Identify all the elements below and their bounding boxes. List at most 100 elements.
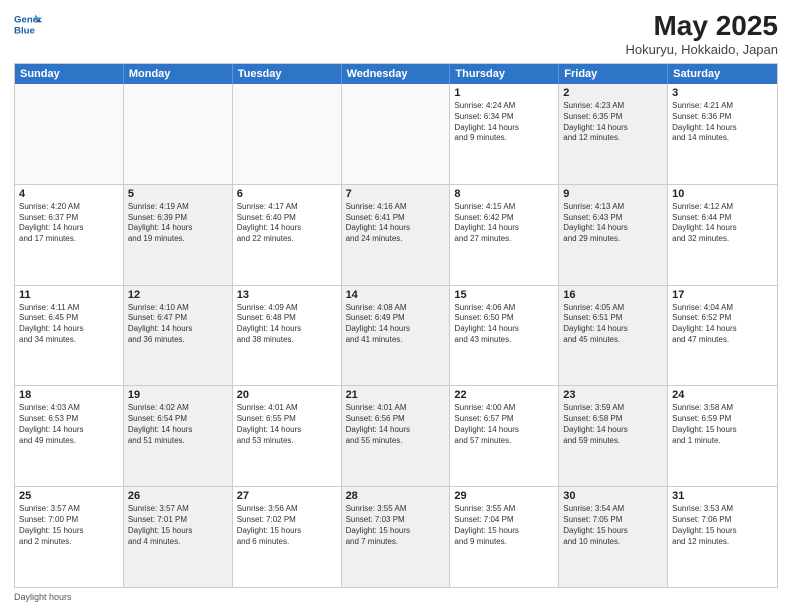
- cal-cell: 29Sunrise: 3:55 AM Sunset: 7:04 PM Dayli…: [450, 487, 559, 587]
- cal-header-wednesday: Wednesday: [342, 64, 451, 84]
- cell-info: Sunrise: 4:04 AM Sunset: 6:52 PM Dayligh…: [672, 303, 773, 346]
- cal-cell: 8 Sunrise: 4:15 AM Sunset: 6:42 PM Daylig…: [450, 185, 559, 285]
- day-number: 2: [563, 87, 663, 99]
- cal-header-saturday: Saturday: [668, 64, 777, 84]
- cal-header-tuesday: Tuesday: [233, 64, 342, 84]
- title-block: May 2025 Hokuryu, Hokkaido, Japan: [626, 10, 778, 57]
- cal-cell: 15 Sunrise: 4:06 AM Sunset: 6:50 PM Dayli…: [450, 286, 559, 386]
- day-number: 18: [19, 389, 119, 401]
- subtitle: Hokuryu, Hokkaido, Japan: [626, 42, 778, 57]
- day-number: 4: [19, 188, 119, 200]
- day-number: 10: [672, 188, 773, 200]
- cell-info: Sunrise: 4:11 AM Sunset: 6:45 PM Dayligh…: [19, 303, 119, 346]
- day-number: 20: [237, 389, 337, 401]
- cell-info: Sunrise: 3:58 AM Sunset: 6:59 PM Dayligh…: [672, 403, 773, 446]
- day-number: 16: [563, 289, 663, 301]
- cal-cell: 7Sunrise: 4:16 AM Sunset: 6:41 PM Daylig…: [342, 185, 451, 285]
- cell-info: Sunrise: 4:10 AM Sunset: 6:47 PM Dayligh…: [128, 303, 228, 346]
- day-number: 19: [128, 389, 228, 401]
- page: General Blue May 2025 Hokuryu, Hokkaido,…: [0, 0, 792, 612]
- cal-cell: 13Sunrise: 4:09 AM Sunset: 6:48 PM Dayli…: [233, 286, 342, 386]
- day-number: 13: [237, 289, 337, 301]
- cal-cell: 17 Sunrise: 4:04 AM Sunset: 6:52 PM Dayli…: [668, 286, 777, 386]
- cal-cell: 18 Sunrise: 4:03 AM Sunset: 6:53 PM Dayli…: [15, 386, 124, 486]
- cell-info: Sunrise: 4:17 AM Sunset: 6:40 PM Dayligh…: [237, 202, 337, 245]
- cal-cell: 6 Sunrise: 4:17 AM Sunset: 6:40 PM Daylig…: [233, 185, 342, 285]
- day-number: 8: [454, 188, 554, 200]
- cell-info: Sunrise: 4:24 AM Sunset: 6:34 PM Dayligh…: [454, 101, 554, 144]
- cal-cell: [124, 84, 233, 184]
- cal-header-thursday: Thursday: [450, 64, 559, 84]
- cell-info: Sunrise: 4:00 AM Sunset: 6:57 PM Dayligh…: [454, 403, 554, 446]
- cal-cell: [342, 84, 451, 184]
- cal-cell: 3 Sunrise: 4:21 AM Sunset: 6:36 PM Daylig…: [668, 84, 777, 184]
- cell-info: Sunrise: 4:08 AM Sunset: 6:49 PM Dayligh…: [346, 303, 446, 346]
- day-number: 25: [19, 490, 119, 502]
- cell-info: Sunrise: 4:21 AM Sunset: 6:36 PM Dayligh…: [672, 101, 773, 144]
- cal-cell: 26 Sunrise: 3:57 AM Sunset: 7:01 PM Dayli…: [124, 487, 233, 587]
- cal-cell: 19 Sunrise: 4:02 AM Sunset: 6:54 PM Dayli…: [124, 386, 233, 486]
- day-number: 11: [19, 289, 119, 301]
- cal-cell: 12Sunrise: 4:10 AM Sunset: 6:47 PM Dayli…: [124, 286, 233, 386]
- day-number: 3: [672, 87, 773, 99]
- cal-cell: 4 Sunrise: 4:20 AM Sunset: 6:37 PM Daylig…: [15, 185, 124, 285]
- cal-week-1: 1 Sunrise: 4:24 AM Sunset: 6:34 PM Daylig…: [15, 84, 777, 185]
- cal-cell: 31Sunrise: 3:53 AM Sunset: 7:06 PM Dayli…: [668, 487, 777, 587]
- cal-cell: 22 Sunrise: 4:00 AM Sunset: 6:57 PM Dayli…: [450, 386, 559, 486]
- cal-cell: 5Sunrise: 4:19 AM Sunset: 6:39 PM Daylig…: [124, 185, 233, 285]
- cal-cell: 14Sunrise: 4:08 AM Sunset: 6:49 PM Dayli…: [342, 286, 451, 386]
- cal-cell: [233, 84, 342, 184]
- cell-info: Sunrise: 4:01 AM Sunset: 6:55 PM Dayligh…: [237, 403, 337, 446]
- cal-week-3: 11 Sunrise: 4:11 AM Sunset: 6:45 PM Dayli…: [15, 286, 777, 387]
- cell-info: Sunrise: 3:54 AM Sunset: 7:05 PM Dayligh…: [563, 504, 663, 547]
- svg-text:Blue: Blue: [14, 26, 35, 37]
- cell-info: Sunrise: 4:23 AM Sunset: 6:35 PM Dayligh…: [563, 101, 663, 144]
- day-number: 30: [563, 490, 663, 502]
- day-number: 26: [128, 490, 228, 502]
- day-number: 6: [237, 188, 337, 200]
- cal-cell: [15, 84, 124, 184]
- cell-info: Sunrise: 4:05 AM Sunset: 6:51 PM Dayligh…: [563, 303, 663, 346]
- calendar-header: SundayMondayTuesdayWednesdayThursdayFrid…: [15, 64, 777, 84]
- cell-info: Sunrise: 4:20 AM Sunset: 6:37 PM Dayligh…: [19, 202, 119, 245]
- cal-cell: 16 Sunrise: 4:05 AM Sunset: 6:51 PM Dayli…: [559, 286, 668, 386]
- day-number: 24: [672, 389, 773, 401]
- logo-icon: General Blue: [14, 10, 42, 38]
- day-number: 17: [672, 289, 773, 301]
- cal-cell: 25Sunrise: 3:57 AM Sunset: 7:00 PM Dayli…: [15, 487, 124, 587]
- day-number: 21: [346, 389, 446, 401]
- cell-info: Sunrise: 4:02 AM Sunset: 6:54 PM Dayligh…: [128, 403, 228, 446]
- calendar-body: 1 Sunrise: 4:24 AM Sunset: 6:34 PM Daylig…: [15, 84, 777, 587]
- cal-cell: 24 Sunrise: 3:58 AM Sunset: 6:59 PM Dayli…: [668, 386, 777, 486]
- cell-info: Sunrise: 3:55 AM Sunset: 7:03 PM Dayligh…: [346, 504, 446, 547]
- cal-header-sunday: Sunday: [15, 64, 124, 84]
- cal-cell: 1 Sunrise: 4:24 AM Sunset: 6:34 PM Daylig…: [450, 84, 559, 184]
- cal-cell: 23Sunrise: 3:59 AM Sunset: 6:58 PM Dayli…: [559, 386, 668, 486]
- cal-week-2: 4 Sunrise: 4:20 AM Sunset: 6:37 PM Daylig…: [15, 185, 777, 286]
- cell-info: Sunrise: 4:16 AM Sunset: 6:41 PM Dayligh…: [346, 202, 446, 245]
- cal-header-monday: Monday: [124, 64, 233, 84]
- day-number: 27: [237, 490, 337, 502]
- cell-info: Sunrise: 4:12 AM Sunset: 6:44 PM Dayligh…: [672, 202, 773, 245]
- cal-header-friday: Friday: [559, 64, 668, 84]
- calendar: SundayMondayTuesdayWednesdayThursdayFrid…: [14, 63, 778, 588]
- cell-info: Sunrise: 4:01 AM Sunset: 6:56 PM Dayligh…: [346, 403, 446, 446]
- cell-info: Sunrise: 4:06 AM Sunset: 6:50 PM Dayligh…: [454, 303, 554, 346]
- cell-info: Sunrise: 4:15 AM Sunset: 6:42 PM Dayligh…: [454, 202, 554, 245]
- footer-note: Daylight hours: [14, 592, 778, 602]
- day-number: 1: [454, 87, 554, 99]
- day-number: 31: [672, 490, 773, 502]
- cell-info: Sunrise: 4:13 AM Sunset: 6:43 PM Dayligh…: [563, 202, 663, 245]
- cell-info: Sunrise: 3:57 AM Sunset: 7:01 PM Dayligh…: [128, 504, 228, 547]
- cell-info: Sunrise: 4:03 AM Sunset: 6:53 PM Dayligh…: [19, 403, 119, 446]
- cell-info: Sunrise: 3:55 AM Sunset: 7:04 PM Dayligh…: [454, 504, 554, 547]
- cal-cell: 30 Sunrise: 3:54 AM Sunset: 7:05 PM Dayli…: [559, 487, 668, 587]
- cal-week-5: 25Sunrise: 3:57 AM Sunset: 7:00 PM Dayli…: [15, 487, 777, 587]
- cell-info: Sunrise: 3:56 AM Sunset: 7:02 PM Dayligh…: [237, 504, 337, 547]
- cal-cell: 28 Sunrise: 3:55 AM Sunset: 7:03 PM Dayli…: [342, 487, 451, 587]
- day-number: 22: [454, 389, 554, 401]
- day-number: 28: [346, 490, 446, 502]
- cal-cell: 2 Sunrise: 4:23 AM Sunset: 6:35 PM Daylig…: [559, 84, 668, 184]
- day-number: 15: [454, 289, 554, 301]
- cal-cell: 9Sunrise: 4:13 AM Sunset: 6:43 PM Daylig…: [559, 185, 668, 285]
